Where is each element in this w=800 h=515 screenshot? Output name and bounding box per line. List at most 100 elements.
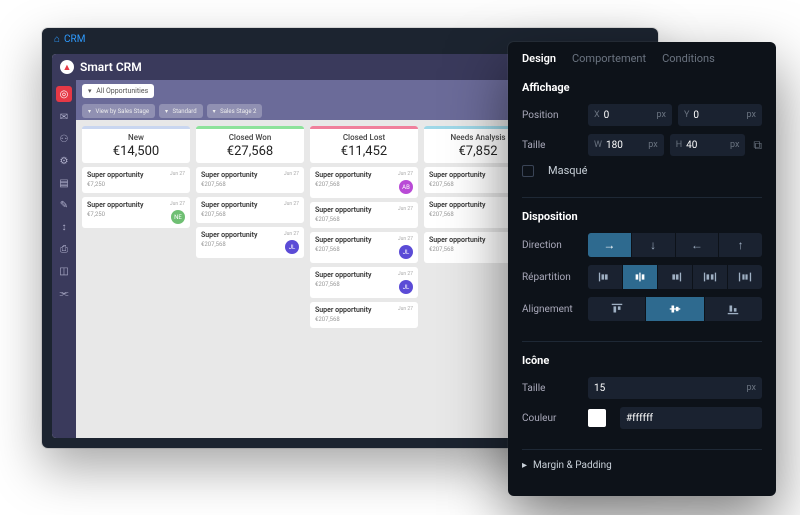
- dir-up-icon[interactable]: ↑: [719, 233, 762, 257]
- card-title: Super opportunity: [429, 236, 485, 244]
- card-date: Jun 27: [170, 201, 185, 207]
- card-date: Jun 27: [284, 231, 299, 237]
- section-disposition: Disposition Direction → ↓ ← ↑ Répartitio…: [508, 202, 776, 337]
- input-w[interactable]: W180px: [588, 134, 664, 156]
- divider: [522, 341, 762, 342]
- justify-center-icon[interactable]: [623, 265, 658, 289]
- column-header[interactable]: New €14,500: [82, 126, 190, 163]
- column-header[interactable]: Closed Won€27,568: [196, 126, 304, 163]
- input-icone-taille[interactable]: 15px: [588, 377, 762, 399]
- label-icone-taille: Taille: [522, 383, 580, 394]
- stage-name: Closed Won: [200, 133, 300, 142]
- breadcrumb[interactable]: ⌂ CRM: [54, 34, 85, 45]
- unlink-icon[interactable]: ⧉: [753, 138, 762, 153]
- align-bottom-icon[interactable]: [705, 297, 762, 321]
- card-date: Jun 27: [398, 171, 413, 177]
- justify-start-icon[interactable]: [588, 265, 623, 289]
- card-date: Jun 27: [284, 201, 299, 207]
- card-date: Jun 27: [398, 271, 413, 277]
- tab-comportement[interactable]: Comportement: [572, 52, 646, 65]
- input-h[interactable]: H40px: [670, 134, 746, 156]
- input-x[interactable]: X0px: [588, 104, 672, 126]
- view-button[interactable]: ▾ View by Sales Stage: [82, 104, 155, 118]
- card-date: Jun 27: [284, 171, 299, 177]
- card-date: Jun 27: [170, 171, 185, 177]
- align-top-icon[interactable]: [588, 297, 646, 321]
- view-button[interactable]: ▾ Standard: [159, 104, 203, 118]
- card-subtitle: €207,568: [315, 216, 371, 223]
- card-subtitle: €207,568: [315, 181, 371, 188]
- card-subtitle: €207,568: [315, 316, 371, 323]
- opportunity-card[interactable]: Super opportunity€207,568Jun 27: [310, 302, 418, 328]
- card-subtitle: €207,568: [429, 211, 485, 218]
- sidebar-doc-icon[interactable]: ▤: [57, 176, 71, 190]
- dir-right-icon[interactable]: →: [588, 233, 632, 257]
- sidebar-mail-icon[interactable]: ✉: [57, 110, 71, 124]
- breadcrumb-label[interactable]: CRM: [64, 34, 85, 45]
- view-button[interactable]: ▾ Sales Stage 2: [207, 104, 263, 118]
- section-title: Affichage: [522, 81, 762, 94]
- stage-amount: €14,500: [86, 144, 186, 159]
- card-subtitle: €7,250: [87, 181, 143, 188]
- sidebar-edit-icon[interactable]: ✎: [57, 198, 71, 212]
- divider: [522, 449, 762, 450]
- sidebar-chart-icon[interactable]: ◫: [57, 264, 71, 278]
- sidebar-target-icon[interactable]: ◎: [56, 86, 72, 102]
- label-masque: Masqué: [548, 164, 587, 177]
- input-color-hex[interactable]: #ffffff: [620, 407, 762, 429]
- justify-between-icon[interactable]: [693, 265, 728, 289]
- section-affichage: Affichage Position X0px Y0px Taille W180…: [508, 73, 776, 193]
- card-title: Super opportunity: [429, 201, 485, 209]
- opportunity-card[interactable]: Super opportunity €7,250 Jun 27: [82, 167, 190, 193]
- app-title: Smart CRM: [80, 60, 142, 74]
- card-title: Super opportunity: [201, 231, 257, 239]
- color-swatch[interactable]: [588, 409, 606, 427]
- dir-down-icon[interactable]: ↓: [632, 233, 676, 257]
- tab-conditions[interactable]: Conditions: [662, 52, 715, 65]
- card-title: Super opportunity: [429, 171, 485, 179]
- label-alignement: Alignement: [522, 304, 580, 315]
- card-title: Super opportunity: [201, 171, 257, 179]
- card-subtitle: €207,568: [201, 211, 257, 218]
- justify-around-icon[interactable]: [728, 265, 762, 289]
- home-icon[interactable]: ⌂: [54, 34, 60, 45]
- card-title: Super opportunity: [87, 171, 143, 179]
- opportunity-card[interactable]: Super opportunity€207,568Jun 27JL: [310, 267, 418, 298]
- card-title: Super opportunity: [315, 171, 371, 179]
- justify-end-icon[interactable]: [658, 265, 693, 289]
- kanban-column: Closed Won€27,568Super opportunity€207,5…: [196, 126, 304, 432]
- input-y[interactable]: Y0px: [678, 104, 762, 126]
- opportunity-card[interactable]: Super opportunity€207,568Jun 27JL: [196, 227, 304, 258]
- sidebar-users-icon[interactable]: ⚇: [57, 132, 71, 146]
- column-header[interactable]: Closed Lost€11,452: [310, 126, 418, 163]
- sidebar-share-icon[interactable]: ⫘: [57, 286, 71, 300]
- card-subtitle: €207,568: [315, 281, 371, 288]
- sidebar-print-icon[interactable]: ⎙: [57, 242, 71, 256]
- stage-name: New: [86, 133, 186, 142]
- card-subtitle: €207,568: [201, 241, 257, 248]
- filter-button[interactable]: ▾ All Opportunities: [82, 84, 154, 98]
- section-title: Icône: [522, 354, 762, 367]
- kanban-column: New€14,500Super opportunity€7,250Jun 27S…: [82, 126, 190, 432]
- avatar: NE: [171, 210, 185, 224]
- stage-amount: €11,452: [314, 144, 414, 159]
- checkbox-masque[interactable]: [522, 165, 534, 177]
- opportunity-card[interactable]: Super opportunity€207,568Jun 27: [196, 197, 304, 223]
- direction-group: → ↓ ← ↑: [588, 233, 762, 257]
- align-middle-icon[interactable]: [646, 297, 704, 321]
- opportunity-card[interactable]: Super opportunity€7,250Jun 27NE: [82, 197, 190, 228]
- opportunity-card[interactable]: Super opportunity€207,568Jun 27AB: [310, 167, 418, 198]
- expand-margin-padding[interactable]: ▸ Margin & Padding: [508, 454, 776, 477]
- avatar: JL: [399, 245, 413, 259]
- sidebar-arrows-icon[interactable]: ↕: [57, 220, 71, 234]
- dir-left-icon[interactable]: ←: [676, 233, 720, 257]
- sidebar-settings-icon[interactable]: ⚙: [57, 154, 71, 168]
- opportunity-card[interactable]: Super opportunity€207,568Jun 27: [196, 167, 304, 193]
- opportunity-card[interactable]: Super opportunity€207,568Jun 27: [310, 202, 418, 228]
- label-position: Position: [522, 110, 580, 121]
- opportunity-card[interactable]: Super opportunity€207,568Jun 27JL: [310, 232, 418, 263]
- label-couleur: Couleur: [522, 413, 580, 424]
- tab-design[interactable]: Design: [522, 52, 556, 65]
- card-date: Jun 27: [398, 206, 413, 212]
- kanban-column: Closed Lost€11,452Super opportunity€207,…: [310, 126, 418, 432]
